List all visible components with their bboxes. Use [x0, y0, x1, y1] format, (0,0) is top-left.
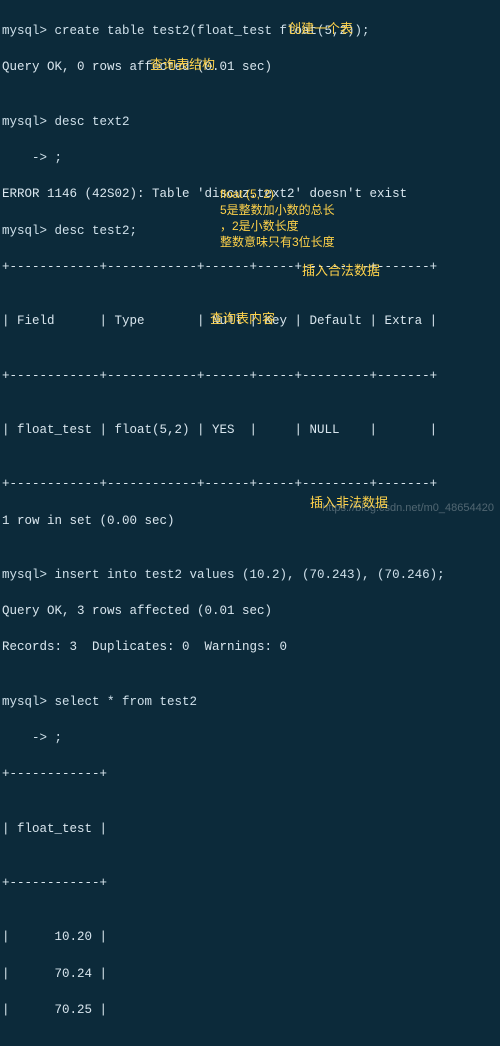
cmd-continuation: -> ;	[2, 729, 498, 747]
cmd-insert-valid: mysql> insert into test2 values (10.2), …	[2, 566, 498, 584]
cmd-select: mysql> select * from test2	[2, 693, 498, 711]
cmd-desc-text2: mysql> desc text2	[2, 113, 498, 131]
table-row: | float_test | float(5,2) | YES | | NULL…	[2, 421, 498, 439]
table-row: | 70.25 |	[2, 1001, 498, 1019]
anno-select: 查询表内容	[210, 310, 275, 329]
anno-float: float (5, 2)	[220, 186, 274, 203]
result-ok: Query OK, 0 rows affected (0.01 sec)	[2, 58, 498, 76]
table-row: | 70.24 |	[2, 965, 498, 983]
table-border: +------------+	[2, 874, 498, 892]
anno-create-table: 创建一个表	[288, 20, 353, 39]
table-row: | 10.20 |	[2, 928, 498, 946]
result-ok: Query OK, 3 rows affected (0.01 sec)	[2, 602, 498, 620]
table-header: | float_test |	[2, 820, 498, 838]
cmd-create-table: mysql> create table test2(float_test flo…	[2, 22, 498, 40]
records-summary: Records: 3 Duplicates: 0 Warnings: 0	[2, 638, 498, 656]
watermark: https://blog.csdn.net/m0_48654420	[322, 501, 494, 517]
table-border: +------------+------------+------+-----+…	[2, 475, 498, 493]
table-border: +------------+------------+------+-----+…	[2, 258, 498, 276]
cmd-continuation: -> ;	[2, 149, 498, 167]
table-border: +------------+	[2, 765, 498, 783]
anno-float-int: 整数意味只有3位长度	[220, 234, 335, 251]
table-border: +------------+------------+------+-----+…	[2, 367, 498, 385]
anno-float-total: 5是整数加小数的总长	[220, 202, 335, 219]
anno-insert-valid: 插入合法数据	[302, 262, 380, 281]
anno-float-decimal: ，2是小数长度	[220, 218, 299, 235]
terminal[interactable]: mysql> create table test2(float_test flo…	[0, 0, 500, 1046]
anno-desc-structure: 查询表结构	[150, 56, 215, 75]
